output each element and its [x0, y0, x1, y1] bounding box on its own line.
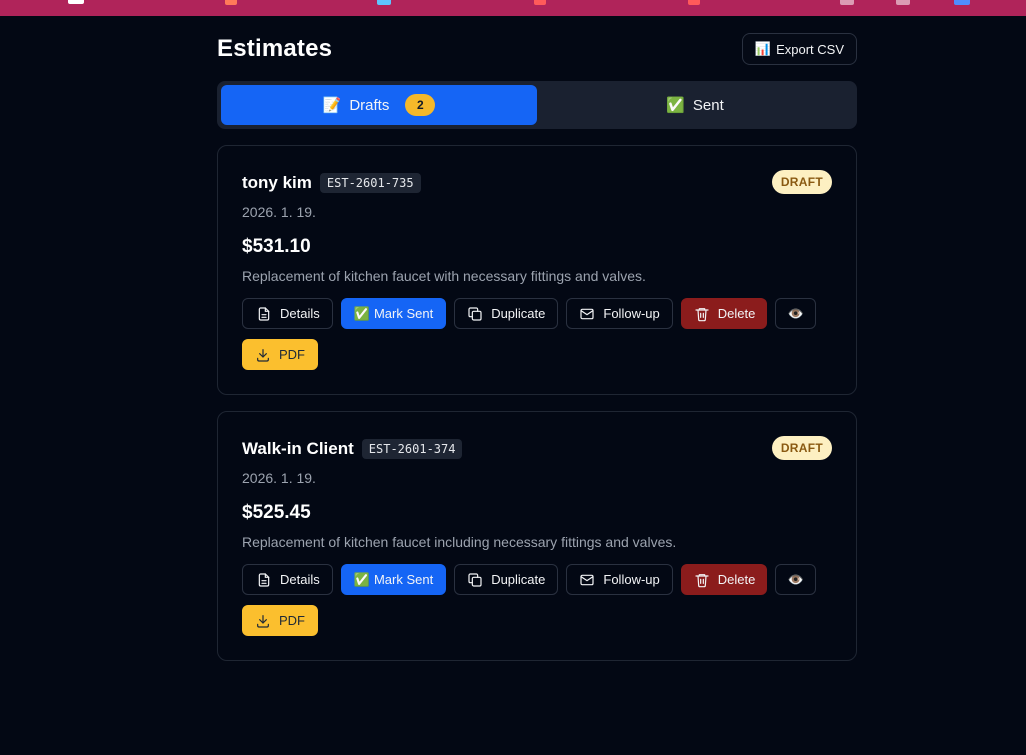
estimate-tabs: 📝 Drafts 2 ✅ Sent [217, 81, 857, 129]
tab-sent[interactable]: ✅ Sent [537, 85, 853, 125]
follow-up-button[interactable]: Follow-up [566, 298, 673, 329]
estimate-actions: Details ✅ Mark Sent Duplicate Follow-up … [242, 298, 842, 370]
document-icon [258, 572, 270, 587]
duplicate-label: Duplicate [491, 572, 546, 587]
estimate-card: tony kim EST-2601-735 DRAFT 2026. 1. 19.… [217, 145, 857, 395]
follow-up-button[interactable]: Follow-up [566, 564, 673, 595]
browser-bookmark-bar [0, 0, 1026, 16]
drafts-count-badge: 2 [405, 94, 436, 116]
page-header: Estimates 📊 Export CSV [217, 33, 857, 65]
mail-icon [580, 574, 594, 585]
delete-button[interactable]: Delete [680, 298, 768, 329]
memo-icon: 📝 [322, 97, 342, 114]
estimate-description: Replacement of kitchen faucet including … [242, 534, 677, 550]
bookmark-favicon[interactable] [225, 0, 237, 5]
duplicate-button[interactable]: Duplicate [454, 298, 559, 329]
export-csv-label: Export CSV [776, 41, 844, 57]
check-mark-icon: ✅ [353, 305, 370, 321]
details-button[interactable]: Details [242, 298, 333, 329]
tab-sent-label: Sent [692, 96, 724, 114]
estimate-code: EST-2601-374 [361, 439, 463, 459]
follow-up-label: Follow-up [603, 306, 660, 321]
bookmark-favicon[interactable] [954, 0, 970, 5]
bookmark-favicon[interactable] [534, 0, 546, 5]
pdf-download-button[interactable]: PDF [242, 339, 318, 370]
tab-drafts-label: Drafts [349, 96, 390, 114]
details-button[interactable]: Details [242, 564, 333, 595]
client-name: tony kim [242, 173, 312, 192]
duplicate-label: Duplicate [491, 306, 546, 321]
eye-icon: 👁️ [787, 305, 804, 321]
preview-button[interactable]: 👁️ [775, 564, 817, 595]
bookmark-favicon[interactable] [68, 0, 84, 4]
details-label: Details [280, 572, 320, 587]
bookmark-favicon[interactable] [377, 0, 391, 5]
pdf-label: PDF [279, 613, 305, 628]
estimate-actions: Details ✅ Mark Sent Duplicate Follow-up … [242, 564, 842, 636]
chart-icon: 📊 [754, 41, 772, 56]
tab-drafts[interactable]: 📝 Drafts 2 [221, 85, 537, 125]
status-badge: DRAFT [771, 436, 832, 460]
delete-label: Delete [717, 572, 756, 587]
estimate-code: EST-2601-735 [319, 173, 421, 193]
bookmark-favicon[interactable] [688, 0, 700, 5]
page-title: Estimates [217, 35, 333, 62]
bookmark-favicon[interactable] [840, 0, 854, 5]
trash-icon [695, 307, 709, 321]
copy-icon [468, 572, 482, 587]
pdf-download-button[interactable]: PDF [242, 605, 318, 636]
bookmark-favicon[interactable] [896, 0, 910, 5]
download-icon [257, 348, 269, 362]
document-icon [258, 306, 270, 321]
details-label: Details [280, 306, 320, 321]
estimate-amount: $531.10 [242, 236, 311, 257]
eye-icon: 👁️ [787, 571, 804, 587]
estimate-date: 2026. 1. 19. [242, 470, 316, 486]
check-mark-icon: ✅ [353, 571, 370, 587]
delete-label: Delete [717, 306, 756, 321]
mark-sent-label: Mark Sent [373, 306, 434, 321]
estimate-name-row: Walk-in Client EST-2601-374 [242, 439, 463, 459]
pdf-label: PDF [279, 347, 305, 362]
copy-icon [468, 306, 482, 321]
estimate-date: 2026. 1. 19. [242, 204, 316, 220]
client-name: Walk-in Client [242, 439, 354, 458]
follow-up-label: Follow-up [603, 572, 660, 587]
mark-sent-button[interactable]: ✅ Mark Sent [340, 298, 447, 329]
estimate-description: Replacement of kitchen faucet with neces… [242, 268, 646, 284]
delete-button[interactable]: Delete [680, 564, 768, 595]
mark-sent-button[interactable]: ✅ Mark Sent [340, 564, 447, 595]
mail-icon [580, 308, 594, 319]
estimate-name-row: tony kim EST-2601-735 [242, 173, 421, 193]
preview-button[interactable]: 👁️ [775, 298, 817, 329]
export-csv-button[interactable]: 📊 Export CSV [741, 33, 857, 65]
download-icon [257, 614, 269, 628]
estimate-amount: $525.45 [242, 502, 311, 523]
duplicate-button[interactable]: Duplicate [454, 564, 559, 595]
status-badge: DRAFT [771, 170, 832, 194]
check-mark-icon: ✅ [666, 97, 685, 114]
trash-icon [695, 573, 709, 587]
estimate-card: Walk-in Client EST-2601-374 DRAFT 2026. … [217, 411, 857, 661]
mark-sent-label: Mark Sent [373, 572, 434, 587]
